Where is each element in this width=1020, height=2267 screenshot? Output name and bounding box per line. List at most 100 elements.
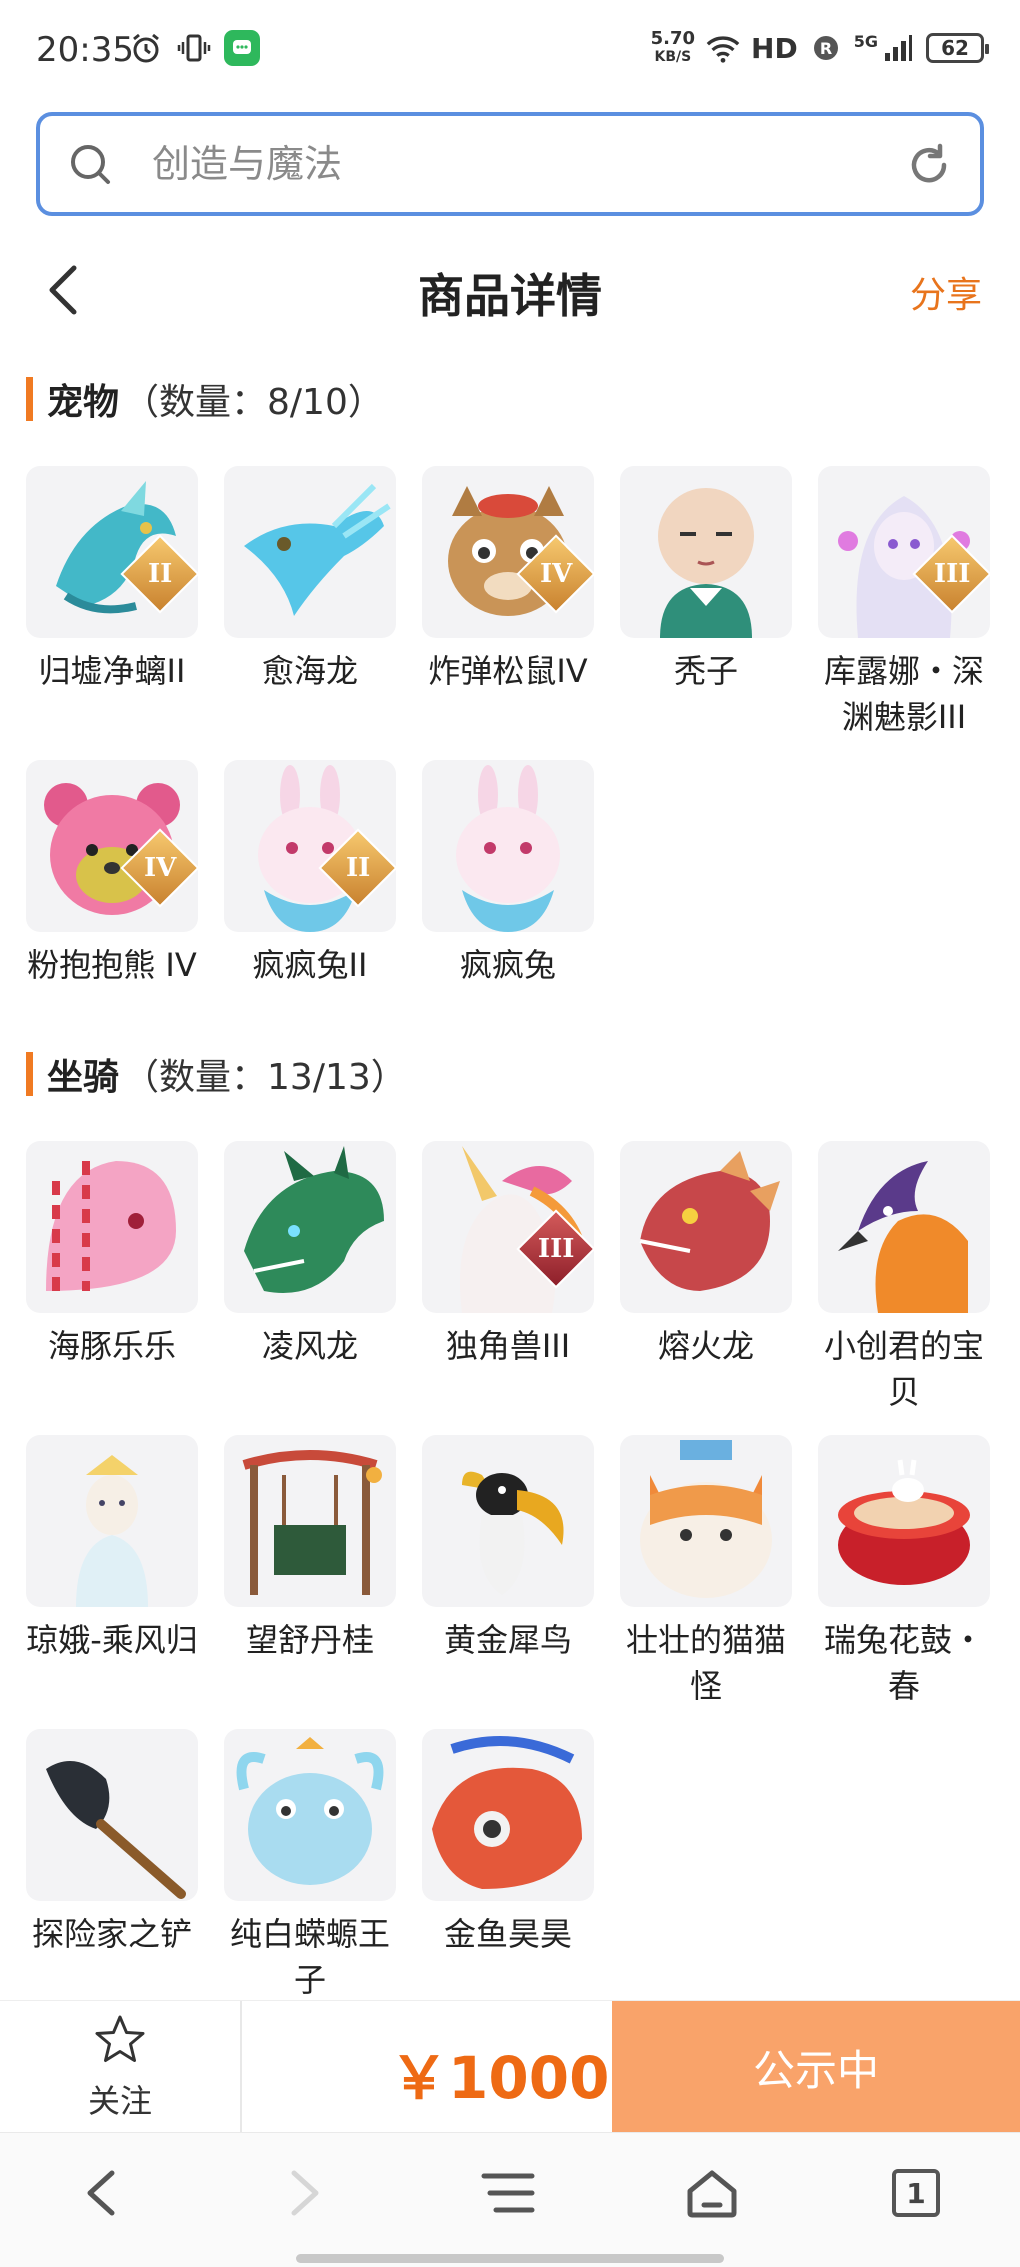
mount-name: 琼娥-乘风归: [26, 1621, 198, 1659]
pet-item[interactable]: IV 粉抱抱熊 IV: [26, 760, 198, 988]
network-speed-value: 5.70: [650, 28, 696, 49]
status-time: 20:35: [36, 30, 134, 70]
tabs-button[interactable]: 1: [886, 2163, 946, 2223]
mount-name: 凌风龙: [261, 1327, 358, 1365]
registered-icon: R: [808, 30, 844, 66]
mount-image: III: [422, 1141, 594, 1313]
status-left-icons: [128, 30, 260, 66]
mount-name: 黄金犀鸟: [443, 1621, 572, 1659]
mount-item[interactable]: 小创君的宝贝: [818, 1141, 990, 1415]
price-value: ￥1000: [390, 2044, 610, 2112]
mount-image: [26, 1435, 198, 1607]
page-title: 商品详情: [418, 269, 602, 323]
pet-image: [422, 760, 594, 932]
pet-image: IV: [26, 760, 198, 932]
pet-item[interactable]: 疯疯兔: [422, 760, 594, 988]
mount-item[interactable]: 琼娥-乘风归: [26, 1435, 198, 1663]
nav-back-button[interactable]: [72, 2163, 132, 2223]
status-bar: 20:35 5.70 KB/S HD R 5G 62: [0, 0, 1020, 100]
pet-item[interactable]: IV 炸弹松鼠IV: [422, 466, 594, 694]
mount-name: 探险家之铲: [31, 1915, 192, 1953]
nav-forward-button[interactable]: [274, 2163, 334, 2223]
action-bar: 关注 ￥1000 公示中: [0, 2000, 1020, 2133]
mount-name: 望舒丹桂: [245, 1621, 374, 1659]
signal-label: 5G: [853, 31, 878, 51]
mount-image: [26, 1729, 198, 1901]
mount-image: [620, 1141, 792, 1313]
mount-item[interactable]: 瑞兔花鼓・春: [818, 1435, 990, 1709]
pet-item[interactable]: II 疯疯兔II: [224, 760, 396, 988]
follow-label: 关注: [87, 2082, 152, 2120]
home-indicator: [296, 2254, 724, 2263]
mount-image: [422, 1729, 594, 1901]
search-icon: [68, 142, 112, 186]
message-app-icon: [224, 30, 260, 66]
mounts-section-heading: 坐骑 （数量：13/13）: [26, 1049, 407, 1099]
pet-image: III: [818, 466, 990, 638]
mount-image: [818, 1435, 990, 1607]
pet-name: 疯疯兔: [459, 946, 556, 984]
status-right: 5.70 KB/S HD R 5G 62: [651, 30, 989, 66]
pets-section-count: （数量：8/10）: [123, 382, 384, 423]
pet-name: 库露娜・深渊魅影III: [823, 652, 984, 736]
mount-item[interactable]: III 独角兽III: [422, 1141, 594, 1369]
pet-image: [224, 466, 396, 638]
signal-icon: [880, 30, 916, 66]
mount-item[interactable]: 纯白蝾螈王子: [224, 1729, 396, 2003]
mount-item[interactable]: 凌风龙: [224, 1141, 396, 1369]
mount-image: [224, 1729, 396, 1901]
pet-name: 秃子: [673, 652, 738, 690]
hd-label: HD: [751, 31, 798, 65]
pet-image: IV: [422, 466, 594, 638]
heading-accent-bar: [26, 1052, 33, 1096]
vibrate-icon: [176, 30, 212, 66]
page-header: 商品详情 分享: [0, 240, 1020, 340]
mount-image: [224, 1141, 396, 1313]
battery-icon: 62: [926, 33, 989, 63]
follow-button[interactable]: 关注: [0, 2001, 242, 2133]
wifi-icon: [705, 30, 741, 66]
mount-image: [224, 1435, 396, 1607]
search-input[interactable]: [152, 136, 852, 192]
pet-item[interactable]: 愈海龙: [224, 466, 396, 694]
mounts-section-count: （数量：13/13）: [123, 1057, 407, 1098]
network-speed-unit: KB/S: [654, 49, 692, 65]
browser-nav-bar: 1: [0, 2132, 1020, 2267]
pet-item[interactable]: II 归墟净螭II: [26, 466, 198, 694]
pet-name: 炸弹松鼠IV: [428, 652, 588, 690]
mount-name: 纯白蝾螈王子: [229, 1915, 390, 1999]
menu-icon[interactable]: [478, 2163, 538, 2223]
mount-item[interactable]: 金鱼昊昊: [422, 1729, 594, 1957]
mount-image: [818, 1141, 990, 1313]
mount-image: [620, 1435, 792, 1607]
refresh-icon[interactable]: [906, 142, 952, 188]
mount-item[interactable]: 黄金犀鸟: [422, 1435, 594, 1663]
mount-name: 独角兽III: [445, 1327, 571, 1365]
pet-image: II: [224, 760, 396, 932]
pets-section-title: 宠物: [47, 382, 120, 423]
search-bar[interactable]: [36, 112, 984, 216]
mount-name: 小创君的宝贝: [823, 1327, 984, 1411]
pet-name: 归墟净螭II: [38, 652, 186, 690]
mount-name: 瑞兔花鼓・春: [823, 1621, 984, 1705]
status-button[interactable]: 公示中: [612, 2001, 1020, 2133]
home-icon[interactable]: [682, 2163, 742, 2223]
pet-name: 粉抱抱熊 IV: [27, 946, 197, 984]
mount-item[interactable]: 熔火龙: [620, 1141, 792, 1369]
network-speed: 5.70 KB/S: [651, 30, 695, 66]
mount-item[interactable]: 探险家之铲: [26, 1729, 198, 1957]
mount-item[interactable]: 壮壮的猫猫怪: [620, 1435, 792, 1709]
mount-name: 金鱼昊昊: [443, 1915, 572, 1953]
mount-name: 熔火龙: [657, 1327, 754, 1365]
pet-image: [620, 466, 792, 638]
mount-item[interactable]: 海豚乐乐: [26, 1141, 198, 1369]
share-button[interactable]: 分享: [910, 266, 982, 318]
pet-item[interactable]: III 库露娜・深渊魅影III: [818, 466, 990, 740]
tab-count: 1: [892, 2169, 940, 2217]
star-icon: [92, 2012, 148, 2072]
svg-text:R: R: [820, 39, 832, 58]
mount-item[interactable]: 望舒丹桂: [224, 1435, 396, 1663]
battery-level: 62: [941, 36, 969, 60]
pet-item[interactable]: 秃子: [620, 466, 792, 694]
mounts-section-title: 坐骑: [47, 1057, 120, 1098]
